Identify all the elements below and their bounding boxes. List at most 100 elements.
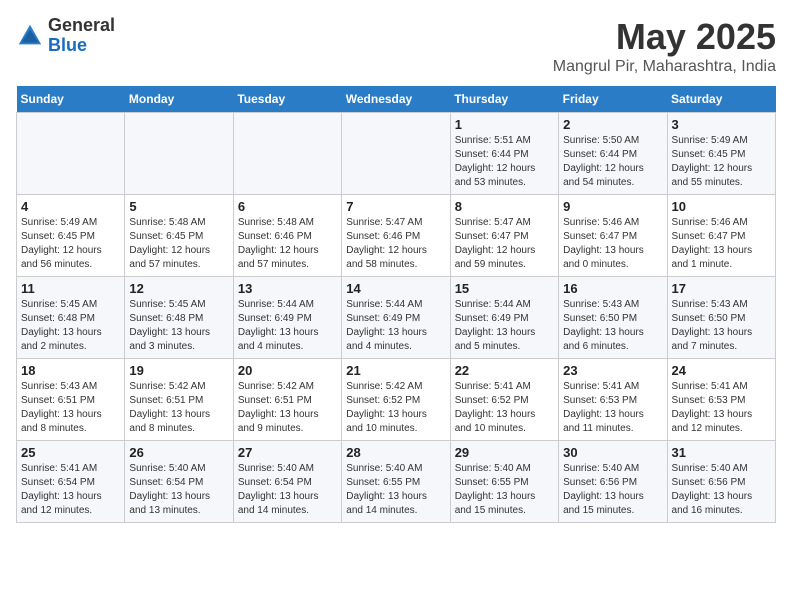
logo: General Blue: [16, 16, 115, 56]
day-info: Sunrise: 5:40 AM Sunset: 6:56 PM Dayligh…: [563, 462, 662, 518]
calendar-day-cell: [17, 113, 125, 195]
calendar-day-cell: 5 Sunrise: 5:48 AM Sunset: 6:45 PM Daylig…: [125, 195, 233, 277]
day-info: Sunrise: 5:40 AM Sunset: 6:55 PM Dayligh…: [455, 462, 554, 518]
day-number: 26: [129, 445, 228, 460]
day-info: Sunrise: 5:41 AM Sunset: 6:54 PM Dayligh…: [21, 462, 120, 518]
day-number: 16: [563, 281, 662, 296]
day-info: Sunrise: 5:43 AM Sunset: 6:50 PM Dayligh…: [563, 298, 662, 354]
day-of-week-header: Tuesday: [233, 86, 341, 113]
day-info: Sunrise: 5:47 AM Sunset: 6:46 PM Dayligh…: [346, 216, 445, 272]
subtitle: Mangrul Pir, Maharashtra, India: [553, 58, 776, 76]
day-info: Sunrise: 5:45 AM Sunset: 6:48 PM Dayligh…: [129, 298, 228, 354]
calendar-week-row: 25 Sunrise: 5:41 AM Sunset: 6:54 PM Dayli…: [17, 441, 776, 523]
calendar-day-cell: 4 Sunrise: 5:49 AM Sunset: 6:45 PM Daylig…: [17, 195, 125, 277]
day-number: 8: [455, 199, 554, 214]
day-number: 23: [563, 363, 662, 378]
day-number: 27: [238, 445, 337, 460]
day-info: Sunrise: 5:49 AM Sunset: 6:45 PM Dayligh…: [672, 134, 771, 190]
day-number: 7: [346, 199, 445, 214]
calendar-day-cell: [125, 113, 233, 195]
calendar-day-cell: 21 Sunrise: 5:42 AM Sunset: 6:52 PM Dayli…: [342, 359, 450, 441]
calendar-day-cell: 13 Sunrise: 5:44 AM Sunset: 6:49 PM Dayli…: [233, 277, 341, 359]
day-number: 10: [672, 199, 771, 214]
day-info: Sunrise: 5:46 AM Sunset: 6:47 PM Dayligh…: [672, 216, 771, 272]
calendar-day-cell: 22 Sunrise: 5:41 AM Sunset: 6:52 PM Dayli…: [450, 359, 558, 441]
calendar-day-cell: 31Sunrise: 5:40 AM Sunset: 6:56 PM Dayli…: [667, 441, 775, 523]
day-info: Sunrise: 5:41 AM Sunset: 6:52 PM Dayligh…: [455, 380, 554, 436]
main-title: May 2025: [553, 16, 776, 58]
day-number: 30: [563, 445, 662, 460]
day-info: Sunrise: 5:47 AM Sunset: 6:47 PM Dayligh…: [455, 216, 554, 272]
day-number: 5: [129, 199, 228, 214]
calendar-day-cell: 27 Sunrise: 5:40 AM Sunset: 6:54 PM Dayli…: [233, 441, 341, 523]
day-number: 11: [21, 281, 120, 296]
day-info: Sunrise: 5:48 AM Sunset: 6:46 PM Dayligh…: [238, 216, 337, 272]
calendar-day-cell: 30 Sunrise: 5:40 AM Sunset: 6:56 PM Dayli…: [559, 441, 667, 523]
day-number: 18: [21, 363, 120, 378]
day-of-week-header: Wednesday: [342, 86, 450, 113]
day-info: Sunrise: 5:43 AM Sunset: 6:50 PM Dayligh…: [672, 298, 771, 354]
day-info: Sunrise: 5:40 AM Sunset: 6:55 PM Dayligh…: [346, 462, 445, 518]
day-info: Sunrise: 5:41 AM Sunset: 6:53 PM Dayligh…: [672, 380, 771, 436]
day-of-week-header: Friday: [559, 86, 667, 113]
day-number: 24: [672, 363, 771, 378]
calendar-header-row: SundayMondayTuesdayWednesdayThursdayFrid…: [17, 86, 776, 113]
calendar-day-cell: 18 Sunrise: 5:43 AM Sunset: 6:51 PM Dayli…: [17, 359, 125, 441]
day-number: 22: [455, 363, 554, 378]
calendar-day-cell: 6 Sunrise: 5:48 AM Sunset: 6:46 PM Daylig…: [233, 195, 341, 277]
calendar-day-cell: 14 Sunrise: 5:44 AM Sunset: 6:49 PM Dayli…: [342, 277, 450, 359]
calendar-day-cell: 15 Sunrise: 5:44 AM Sunset: 6:49 PM Dayli…: [450, 277, 558, 359]
day-number: 15: [455, 281, 554, 296]
day-number: 31: [672, 445, 771, 460]
day-info: Sunrise: 5:42 AM Sunset: 6:52 PM Dayligh…: [346, 380, 445, 436]
day-of-week-header: Thursday: [450, 86, 558, 113]
day-info: Sunrise: 5:43 AM Sunset: 6:51 PM Dayligh…: [21, 380, 120, 436]
logo-general: General: [48, 16, 115, 36]
calendar-day-cell: 16 Sunrise: 5:43 AM Sunset: 6:50 PM Dayli…: [559, 277, 667, 359]
calendar-day-cell: 25 Sunrise: 5:41 AM Sunset: 6:54 PM Dayli…: [17, 441, 125, 523]
calendar-day-cell: [233, 113, 341, 195]
day-number: 19: [129, 363, 228, 378]
day-info: Sunrise: 5:44 AM Sunset: 6:49 PM Dayligh…: [238, 298, 337, 354]
day-number: 14: [346, 281, 445, 296]
calendar-day-cell: 9Sunrise: 5:46 AM Sunset: 6:47 PM Daylig…: [559, 195, 667, 277]
day-info: Sunrise: 5:44 AM Sunset: 6:49 PM Dayligh…: [346, 298, 445, 354]
title-block: May 2025 Mangrul Pir, Maharashtra, India: [553, 16, 776, 76]
calendar-day-cell: 26Sunrise: 5:40 AM Sunset: 6:54 PM Dayli…: [125, 441, 233, 523]
day-of-week-header: Saturday: [667, 86, 775, 113]
calendar-day-cell: 20Sunrise: 5:42 AM Sunset: 6:51 PM Dayli…: [233, 359, 341, 441]
day-number: 12: [129, 281, 228, 296]
day-of-week-header: Monday: [125, 86, 233, 113]
calendar-day-cell: 12 Sunrise: 5:45 AM Sunset: 6:48 PM Dayli…: [125, 277, 233, 359]
day-number: 13: [238, 281, 337, 296]
calendar-day-cell: [342, 113, 450, 195]
calendar-day-cell: 3Sunrise: 5:49 AM Sunset: 6:45 PM Daylig…: [667, 113, 775, 195]
day-number: 28: [346, 445, 445, 460]
day-info: Sunrise: 5:49 AM Sunset: 6:45 PM Dayligh…: [21, 216, 120, 272]
day-number: 4: [21, 199, 120, 214]
calendar-week-row: 4 Sunrise: 5:49 AM Sunset: 6:45 PM Daylig…: [17, 195, 776, 277]
day-info: Sunrise: 5:45 AM Sunset: 6:48 PM Dayligh…: [21, 298, 120, 354]
calendar-week-row: 1Sunrise: 5:51 AM Sunset: 6:44 PM Daylig…: [17, 113, 776, 195]
day-info: Sunrise: 5:48 AM Sunset: 6:45 PM Dayligh…: [129, 216, 228, 272]
logo-text: General Blue: [48, 16, 115, 56]
calendar-day-cell: 1Sunrise: 5:51 AM Sunset: 6:44 PM Daylig…: [450, 113, 558, 195]
day-number: 21: [346, 363, 445, 378]
day-info: Sunrise: 5:46 AM Sunset: 6:47 PM Dayligh…: [563, 216, 662, 272]
day-number: 6: [238, 199, 337, 214]
calendar-day-cell: 10 Sunrise: 5:46 AM Sunset: 6:47 PM Dayli…: [667, 195, 775, 277]
calendar-day-cell: 29Sunrise: 5:40 AM Sunset: 6:55 PM Dayli…: [450, 441, 558, 523]
day-info: Sunrise: 5:42 AM Sunset: 6:51 PM Dayligh…: [129, 380, 228, 436]
day-number: 1: [455, 117, 554, 132]
day-number: 25: [21, 445, 120, 460]
logo-blue: Blue: [48, 36, 115, 56]
calendar-day-cell: 24 Sunrise: 5:41 AM Sunset: 6:53 PM Dayli…: [667, 359, 775, 441]
day-info: Sunrise: 5:44 AM Sunset: 6:49 PM Dayligh…: [455, 298, 554, 354]
calendar-day-cell: 23Sunrise: 5:41 AM Sunset: 6:53 PM Dayli…: [559, 359, 667, 441]
page-header: General Blue May 2025 Mangrul Pir, Mahar…: [16, 16, 776, 76]
day-info: Sunrise: 5:40 AM Sunset: 6:54 PM Dayligh…: [238, 462, 337, 518]
logo-icon: [16, 22, 44, 50]
day-of-week-header: Sunday: [17, 86, 125, 113]
calendar-day-cell: 19 Sunrise: 5:42 AM Sunset: 6:51 PM Dayli…: [125, 359, 233, 441]
calendar-day-cell: 7 Sunrise: 5:47 AM Sunset: 6:46 PM Daylig…: [342, 195, 450, 277]
